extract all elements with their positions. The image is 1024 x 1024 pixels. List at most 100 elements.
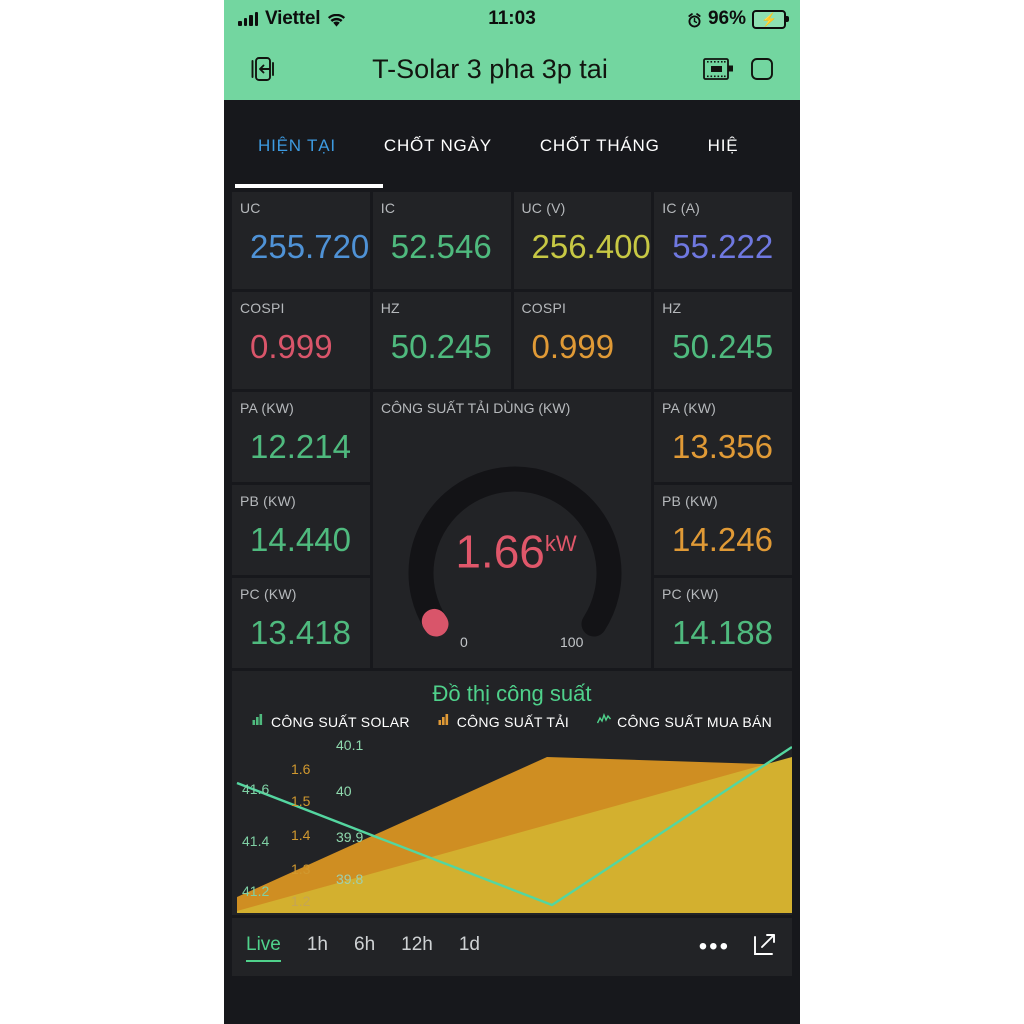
axis-tick-solar: 41.6 [242, 781, 270, 797]
chart-plot-area[interactable]: 41.6 41.4 41.2 1.6 1.5 1.4 1.3 1.2 40.1 … [232, 735, 792, 915]
metric-value: 12.214 [250, 428, 351, 465]
battery-percent-label: 96% [707, 8, 746, 29]
time-range-12h[interactable]: 12h [401, 934, 433, 960]
power-gauge-row: PA (KW) 12.214 PB (KW) 14.440 PC (KW) 13… [232, 392, 792, 668]
legend-item-tai[interactable]: CÔNG SUẤT TẢI [438, 713, 569, 731]
metric-label: UC (V) [521, 200, 566, 216]
bar-chart-icon [252, 713, 265, 731]
tab-hien-partial[interactable]: HIỆ [684, 100, 763, 192]
metrics-grid: UC 255.720 IC 52.546 UC (V) 256.400 IC (… [224, 192, 800, 668]
metric-card-ic[interactable]: IC 52.546 [372, 192, 511, 289]
load-power-gauge-card[interactable]: CÔNG SUẤT TẢI DÙNG (KW) 1.66kW 0 100 [373, 392, 651, 668]
axis-tick-mua-ban: 39.8 [336, 871, 364, 887]
metric-label: PB (KW) [662, 493, 718, 509]
external-link-icon[interactable] [752, 932, 778, 963]
metric-label: PA (KW) [662, 400, 717, 416]
metric-value: 55.222 [672, 228, 774, 265]
metric-value: 13.356 [672, 428, 773, 465]
tab-hien-tai[interactable]: HIỆN TẠI [234, 100, 360, 192]
axis-tick-mua-ban: 40 [336, 783, 352, 799]
axis-tick-tai: 1.6 [291, 761, 311, 777]
left-power-column: PA (KW) 12.214 PB (KW) 14.440 PC (KW) 13… [232, 392, 370, 668]
metric-value: 13.418 [250, 614, 351, 651]
metric-label: PB (KW) [240, 493, 296, 509]
wifi-icon [327, 12, 346, 27]
metric-label: IC (A) [662, 200, 701, 216]
metrics-row-2: COSPI 0.999 HZ 50.245 COSPI 0.999 HZ 50.… [232, 292, 792, 389]
rounded-square-icon[interactable] [740, 47, 784, 91]
legend-item-mua-ban[interactable]: CÔNG SUẤT MUA BÁN [596, 712, 773, 731]
time-range-6h[interactable]: 6h [354, 934, 375, 960]
metric-label: PC (KW) [240, 586, 297, 602]
legend-label: CÔNG SUẤT SOLAR [270, 714, 410, 730]
metric-card-ic-a[interactable]: IC (A) 55.222 [654, 192, 792, 289]
metric-card-uc[interactable]: UC 255.720 [232, 192, 370, 289]
legend-item-solar[interactable]: CÔNG SUẤT SOLAR [252, 713, 410, 731]
signal-bars-icon [238, 12, 258, 26]
metric-label: PA (KW) [240, 400, 295, 416]
metric-value: 14.246 [672, 521, 773, 558]
gauge-max-label: 100 [560, 634, 584, 650]
metric-value: 256.400 [531, 228, 651, 265]
axis-tick-solar: 41.2 [242, 883, 270, 899]
metric-label: PC (KW) [662, 586, 719, 602]
exit-left-icon[interactable] [240, 47, 284, 91]
status-bar: Viettel 11:03 96% ⚡ [224, 0, 800, 38]
metric-card-pa-right[interactable]: PA (KW) 13.356 [654, 392, 792, 482]
app-bar: T-Solar 3 pha 3p tai [224, 38, 800, 100]
chip-icon[interactable] [696, 47, 740, 91]
status-bar-right: 96% ⚡ [687, 8, 789, 30]
time-range-1d[interactable]: 1d [459, 934, 480, 960]
status-bar-left: Viettel [238, 8, 346, 30]
metric-card-cospi-right[interactable]: COSPI 0.999 [513, 292, 652, 389]
gauge-wrap: 1.66kW 0 100 [381, 416, 651, 668]
metric-value: 255.720 [250, 228, 370, 265]
phone-screen: Viettel 11:03 96% ⚡ T-Solar 3 pha 3p tai [224, 0, 800, 1024]
metric-card-cospi-left[interactable]: COSPI 0.999 [232, 292, 370, 389]
active-tab-indicator [235, 184, 383, 188]
axis-tick-mua-ban: 39.9 [336, 829, 364, 845]
metric-value: 14.188 [672, 614, 773, 651]
tab-chot-thang[interactable]: CHỐT THÁNG [516, 100, 684, 192]
bar-chart-icon [438, 713, 451, 731]
battery-charging-icon: ⚡ [752, 9, 789, 29]
time-range-bar: Live 1h 6h 12h 1d ••• [232, 918, 792, 976]
axis-tick-mua-ban: 40.1 [336, 737, 364, 753]
metric-card-hz-left[interactable]: HZ 50.245 [372, 292, 511, 389]
metric-card-pb-right[interactable]: PB (KW) 14.246 [654, 485, 792, 575]
metric-value: 0.999 [250, 328, 333, 365]
metric-card-pc-left[interactable]: PC (KW) 13.418 [232, 578, 370, 668]
metric-value: 0.999 [531, 328, 615, 365]
metric-card-pc-right[interactable]: PC (KW) 14.188 [654, 578, 792, 668]
time-range-1h[interactable]: 1h [307, 934, 328, 960]
time-range-live[interactable]: Live [246, 934, 281, 962]
tab-chot-ngay[interactable]: CHỐT NGÀY [360, 100, 516, 192]
chart-title: Đồ thị công suất [432, 681, 592, 706]
axis-tick-tai: 1.5 [291, 793, 311, 809]
legend-label: CÔNG SUẤT TẢI [456, 714, 570, 730]
metrics-row-1: UC 255.720 IC 52.546 UC (V) 256.400 IC (… [232, 192, 792, 289]
metric-card-hz-right[interactable]: HZ 50.245 [654, 292, 792, 389]
line-chart-icon [596, 712, 612, 731]
carrier-label: Viettel [265, 8, 321, 29]
chart-legend: CÔNG SUẤT SOLAR CÔNG SUẤT TẢI CÔNG SUẤT … [232, 712, 792, 735]
metric-value: 52.546 [390, 228, 492, 265]
metric-label: HZ [380, 300, 400, 316]
metric-card-pb-left[interactable]: PB (KW) 14.440 [232, 485, 370, 575]
metric-card-pa-left[interactable]: PA (KW) 12.214 [232, 392, 370, 482]
page-title: T-Solar 3 pha 3p tai [372, 53, 608, 84]
axis-tick-solar: 41.4 [242, 833, 270, 849]
power-chart-card: Đồ thị công suất CÔNG SUẤT SOLAR CÔNG SU… [232, 671, 792, 915]
legend-label: CÔNG SUẤT MUA BÁN [617, 714, 773, 730]
more-dots-icon[interactable]: ••• [699, 935, 730, 959]
axis-tick-tai: 1.3 [291, 861, 311, 877]
gauge-min-label: 0 [460, 634, 468, 650]
gauge-value: 1.66kW [455, 525, 577, 578]
metric-value: 50.245 [672, 328, 774, 365]
tab-bar: HIỆN TẠI CHỐT NGÀY CHỐT THÁNG HIỆ [224, 100, 800, 192]
right-power-column: PA (KW) 13.356 PB (KW) 14.246 PC (KW) 14… [654, 392, 792, 668]
axis-tick-tai: 1.2 [291, 893, 311, 909]
metric-value: 14.440 [250, 521, 351, 558]
metric-label: IC [380, 200, 396, 216]
metric-card-uc-v[interactable]: UC (V) 256.400 [513, 192, 652, 289]
